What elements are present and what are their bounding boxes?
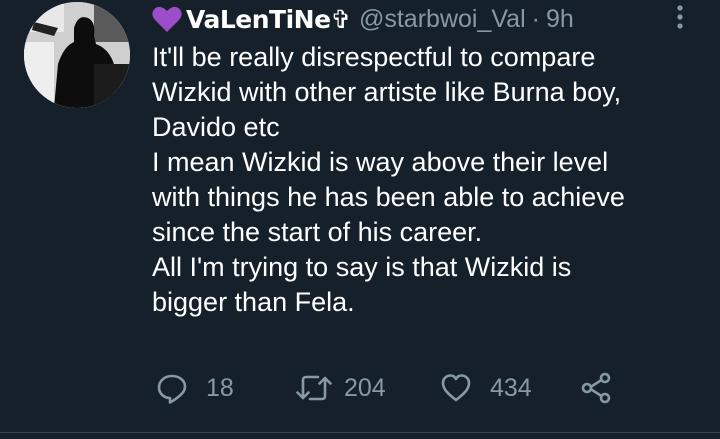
separator-dot: ·: [531, 4, 540, 33]
tweet-text-line: It'll be really disrespectful to compare: [152, 42, 596, 72]
like-count: 434: [490, 373, 532, 402]
tweet-text-line: since the start of his career.: [152, 217, 483, 247]
more-vertical-icon[interactable]: [670, 4, 690, 30]
avatar-image: [24, 2, 130, 108]
tweet-text-line: I mean Wizkid is way above their level: [152, 147, 609, 177]
retweet-count: 204: [344, 373, 386, 402]
tweet-text-line: bigger than Fela.: [152, 287, 355, 317]
purple-heart-icon: [152, 5, 182, 33]
reply-icon: [156, 372, 188, 404]
tweet-header: VaLenTiNe✞ @starbwoi_Val · 9h: [152, 2, 574, 36]
share-icon: [580, 372, 612, 404]
tweet-actions: 18 204 434: [156, 368, 676, 408]
divider: [0, 432, 720, 433]
like-button[interactable]: 434: [440, 368, 532, 408]
avatar[interactable]: [24, 2, 130, 108]
heart-icon: [440, 372, 472, 404]
user-handle[interactable]: @starbwoi_Val: [359, 5, 526, 34]
tweet-timestamp[interactable]: 9h: [546, 5, 574, 34]
display-name[interactable]: VaLenTiNe✞: [186, 5, 351, 34]
retweet-button[interactable]: 204: [296, 368, 386, 408]
tweet-text-line: Davido etc: [152, 112, 280, 142]
share-button[interactable]: [580, 368, 612, 408]
tweet-text-line: with things he has been able to achieve: [152, 182, 625, 212]
tweet-text-line: All I'm trying to say is that Wizkid is: [152, 252, 572, 282]
reply-count: 18: [206, 373, 234, 402]
tweet-text: It'll be really disrespectful to compare…: [152, 40, 702, 320]
retweet-icon: [296, 372, 332, 404]
reply-button[interactable]: 18: [156, 368, 234, 408]
tweet-text-line: Wizkid with other artiste like Burna boy…: [152, 77, 622, 107]
tweet[interactable]: VaLenTiNe✞ @starbwoi_Val · 9h It'll be r…: [0, 0, 720, 432]
